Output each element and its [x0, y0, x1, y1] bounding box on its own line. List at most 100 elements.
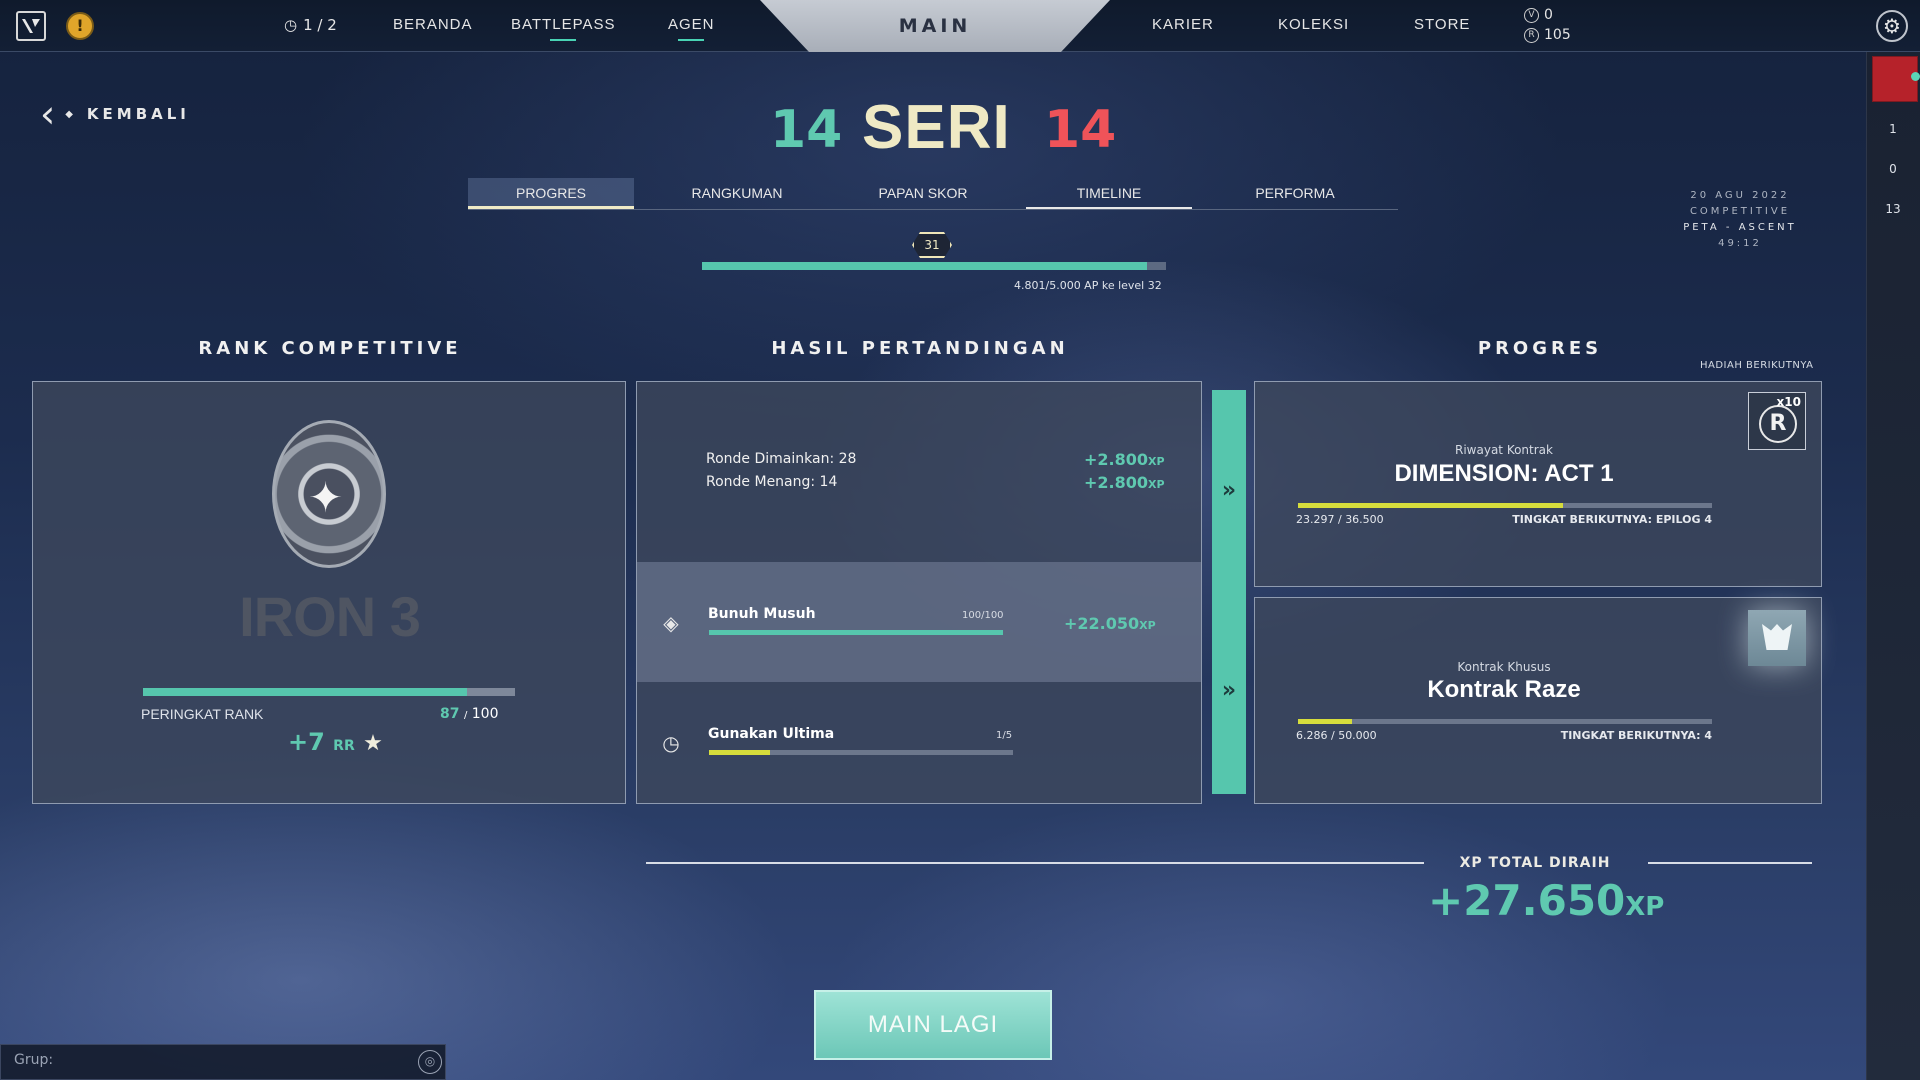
objective-kills-bar-fill	[709, 630, 1003, 635]
match-result-title: SERI	[862, 93, 1011, 162]
nav-agen[interactable]: AGEN	[668, 16, 715, 41]
tab-papan-skor[interactable]: PAPAN SKOR	[840, 178, 1006, 209]
match-duration: 49:12	[1718, 238, 1762, 249]
xp-rounds-won-value: +2.800	[1084, 473, 1149, 492]
team-score-right: 14	[1044, 100, 1117, 160]
group-chat-input[interactable]	[0, 1044, 446, 1080]
account-xp-caption: 4.801/5.000 AP ke level 32	[1014, 279, 1162, 292]
objective-ultimate-count: 1/5	[996, 730, 1013, 741]
rank-bar-label: PERINGKAT RANK	[141, 706, 264, 722]
match-mode: COMPETITIVE	[1689, 206, 1791, 217]
match-map: PETA - ASCENT	[1683, 222, 1797, 233]
account-xp-bar-fill	[702, 262, 1148, 270]
sidebar-count-away: 0	[1889, 162, 1897, 176]
queue-status[interactable]: ◷ 1 / 2	[284, 16, 337, 34]
contract-subtitle: Riwayat Kontrak	[1455, 443, 1553, 457]
double-chevron-right-icon: »	[1221, 678, 1237, 703]
rank-progress-bar	[143, 688, 515, 696]
clock-icon: ◷	[284, 16, 298, 34]
chat-toggle-icon[interactable]: ◎	[418, 1050, 442, 1074]
chevron-left-icon: ‹	[40, 92, 56, 136]
reward-multiplier: x10	[1776, 395, 1801, 409]
match-info: 20 AGU 2022 COMPETITIVE PETA - ASCENT 49…	[1660, 188, 1820, 252]
contract-title: DIMENSION: ACT 1	[1394, 460, 1614, 487]
xp-rounds-won: +2.800XP	[1084, 473, 1165, 492]
total-xp-number: +27.650	[1428, 876, 1626, 925]
rr-gain-unit: RR	[333, 738, 355, 754]
sidebar-count-offline: 13	[1885, 202, 1901, 216]
tab-timeline[interactable]: TIMELINE	[1026, 178, 1192, 209]
rank-progress-fill	[143, 688, 467, 696]
xp-unit: XP	[1148, 478, 1165, 491]
queue-status-text: 1 / 2	[303, 16, 337, 34]
tab-progres[interactable]: PROGRES	[468, 178, 634, 209]
divider	[646, 862, 1424, 864]
reward-radianite-symbol: R	[1759, 405, 1797, 443]
objective-kills-title: Bunuh Musuh	[708, 606, 816, 622]
radianite-amount: 105	[1544, 27, 1571, 43]
account-level-badge: 31	[912, 232, 952, 258]
valorant-logo-icon[interactable]	[16, 11, 46, 41]
objective-ultimate-bar	[709, 750, 1013, 755]
contract-progress-bar	[1298, 719, 1712, 724]
result-tabs: PROGRES RANGKUMAN PAPAN SKOR TIMELINE PE…	[468, 178, 1398, 210]
rank-rating-max: 100	[471, 706, 499, 722]
star-icon: ✦	[308, 473, 344, 522]
spray-reward-icon	[1748, 610, 1806, 666]
nav-agen-label: AGEN	[668, 16, 715, 33]
nav-indicator	[678, 39, 705, 41]
contract-progress-bar	[1298, 503, 1712, 508]
nav-karier[interactable]: KARIER	[1152, 16, 1214, 33]
contract-next-tier: TINGKAT BERIKUTNYA: 4	[1560, 729, 1712, 742]
xp-objective-kills: +22.050XP	[1064, 614, 1156, 633]
valorant-points-icon: V	[1524, 7, 1539, 23]
nav-battlepass-label: BATTLEPASS	[511, 16, 616, 33]
clock-icon: ◷	[662, 731, 680, 755]
rank-rating-current: 87	[440, 706, 460, 722]
total-xp-label: XP TOTAL DIRAIH	[1459, 855, 1611, 871]
nav-store[interactable]: STORE	[1414, 16, 1470, 33]
rank-rating: 87 / 100	[440, 706, 499, 722]
divider	[1648, 862, 1812, 864]
contract-progress-fill	[1298, 503, 1563, 508]
reward-spray-symbol	[1762, 624, 1792, 650]
star-icon: ★	[363, 731, 383, 756]
rounds-won: Ronde Menang: 14	[706, 474, 838, 490]
contract-progress-text: 6.286 / 50.000	[1296, 729, 1377, 742]
nav-battlepass[interactable]: BATTLEPASS	[511, 16, 616, 41]
nav-beranda[interactable]: BERANDA	[393, 16, 473, 33]
double-chevron-right-icon: »	[1221, 478, 1237, 503]
xp-flow-strip: » »	[1212, 390, 1246, 794]
gear-icon[interactable]: ⚙	[1876, 10, 1908, 42]
objective-ultimate-bar-fill	[709, 750, 770, 755]
radianite-balance[interactable]: R 105	[1524, 27, 1571, 43]
total-xp-unit: XP	[1625, 892, 1665, 922]
tab-performa[interactable]: PERFORMA	[1212, 178, 1378, 209]
rr-gain-value: +7	[288, 728, 325, 756]
rounds-played: Ronde Dimainkan: 28	[706, 451, 857, 467]
objective-ultimate-title: Gunakan Ultima	[708, 726, 835, 742]
objective-kills-bar	[709, 630, 1003, 635]
kill-icon: ◈	[663, 611, 679, 635]
tab-rangkuman[interactable]: RANGKUMAN	[654, 178, 820, 209]
avatar[interactable]	[1872, 56, 1920, 102]
next-reward-label: HADIAH BERIKUTNYA	[1700, 360, 1814, 371]
rr-gain: +7 RR ★	[288, 728, 383, 756]
match-date: 20 AGU 2022	[1690, 190, 1790, 201]
account-xp-bar	[702, 262, 1166, 270]
xp-rounds-played: +2.800XP	[1084, 450, 1165, 469]
contract-subtitle: Kontrak Khusus	[1457, 660, 1551, 674]
back-button[interactable]: ‹ ◆ KEMBALI	[40, 92, 190, 136]
xp-rounds-played-value: +2.800	[1084, 450, 1149, 469]
nav-koleksi[interactable]: KOLEKSI	[1278, 16, 1349, 33]
vp-balance[interactable]: V 0	[1524, 7, 1553, 23]
xp-unit: XP	[1139, 619, 1156, 632]
team-score-left: 14	[770, 100, 843, 160]
contract-progress-text: 23.297 / 36.500	[1296, 513, 1384, 526]
dot-icon: ◆	[65, 108, 77, 120]
sidebar-count-online: 1	[1889, 122, 1897, 136]
play-again-button[interactable]: MAIN LAGI	[814, 990, 1052, 1060]
alert-icon[interactable]: !	[66, 12, 94, 40]
match-result-heading: HASIL PERTANDINGAN	[771, 338, 1069, 359]
progress-heading: PROGRES	[1477, 338, 1603, 359]
